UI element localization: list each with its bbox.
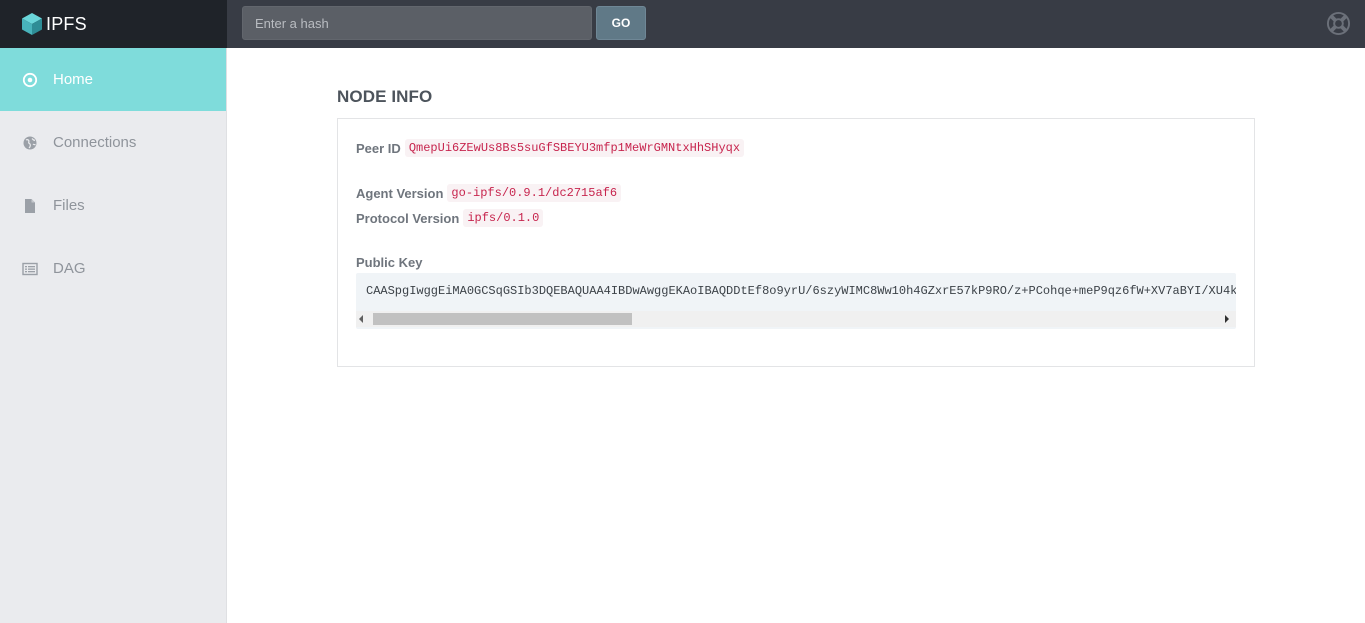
scroll-right-icon[interactable] — [1225, 315, 1229, 323]
sidebar-item-label: Home — [53, 71, 94, 88]
file-icon — [25, 198, 35, 213]
sidebar-item-connections[interactable]: Connections — [0, 111, 226, 174]
scroll-left-icon[interactable] — [359, 315, 363, 323]
page-title: NODE INFO — [337, 87, 433, 106]
brand[interactable]: IPFS — [0, 0, 227, 48]
agent-version-label: Agent Version — [356, 185, 444, 201]
lifebuoy-icon[interactable] — [1326, 11, 1351, 36]
top-bar: IPFS GO — [0, 0, 1365, 48]
peer-id-value: QmepUi6ZEwUs8Bs5suGfSBEYU3mfp1MeWrGMNtxH… — [404, 139, 745, 157]
sidebar: Home Connections Files DAG — [0, 48, 227, 623]
globe-icon — [23, 136, 37, 149]
sidebar-item-label: Files — [53, 197, 85, 214]
protocol-version-row: Protocol Version ipfs/0.1.0 — [356, 207, 544, 229]
public-key-box: CAASpgIwggEiMA0GCSqGSIb3DQEBAQUAA4IBDwAw… — [356, 273, 1236, 329]
target-icon — [22, 72, 38, 87]
sidebar-item-files[interactable]: Files — [0, 174, 226, 237]
agent-version-row: Agent Version go-ipfs/0.9.1/dc2715af6 — [356, 182, 622, 204]
sidebar-item-home[interactable]: Home — [0, 48, 226, 111]
horizontal-scrollbar[interactable] — [356, 311, 1236, 327]
peer-id-label: Peer ID — [356, 140, 401, 156]
public-key-value: CAASpgIwggEiMA0GCSqGSIb3DQEBAQUAA4IBDwAw… — [366, 284, 1236, 298]
public-key-row: Public Key — [356, 251, 422, 273]
peer-id-row: Peer ID QmepUi6ZEwUs8Bs5suGfSBEYU3mfp1Me… — [356, 137, 745, 159]
main-content: NODE INFO Peer ID QmepUi6ZEwUs8Bs5suGfSB… — [227, 48, 1365, 623]
scrollbar-thumb[interactable] — [373, 313, 632, 325]
sidebar-item-label: Connections — [53, 134, 137, 151]
sidebar-item-label: DAG — [53, 260, 86, 277]
list-icon — [22, 262, 38, 275]
node-info-panel: Peer ID QmepUi6ZEwUs8Bs5suGfSBEYU3mfp1Me… — [337, 118, 1255, 367]
app-name: IPFS — [46, 13, 87, 34]
protocol-version-label: Protocol Version — [356, 210, 460, 226]
ipfs-cube-icon — [22, 13, 42, 35]
protocol-version-value: ipfs/0.1.0 — [463, 209, 544, 227]
sidebar-item-dag[interactable]: DAG — [0, 237, 226, 300]
hash-search-input[interactable] — [242, 6, 592, 40]
public-key-label: Public Key — [356, 254, 423, 270]
go-button[interactable]: GO — [596, 6, 646, 40]
agent-version-value: go-ipfs/0.9.1/dc2715af6 — [447, 184, 622, 202]
